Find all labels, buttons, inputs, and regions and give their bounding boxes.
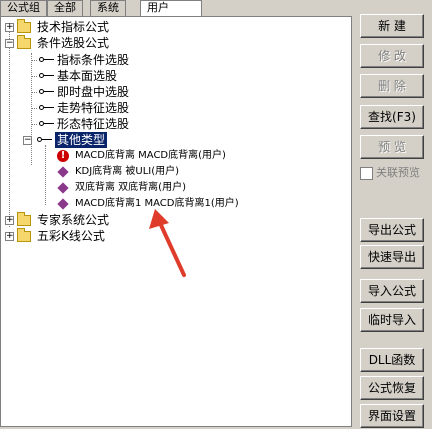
tab-user[interactable]: 用户 bbox=[140, 0, 202, 16]
dll-functions-button[interactable]: DLL函数 bbox=[360, 348, 424, 372]
find-button[interactable]: 查找(F3) bbox=[360, 105, 424, 129]
import-button[interactable]: 导入公式 bbox=[360, 279, 424, 303]
annotation-arrow-icon bbox=[149, 209, 186, 277]
checkbox-icon[interactable] bbox=[360, 166, 373, 180]
temp-import-button[interactable]: 临时导入 bbox=[360, 308, 424, 332]
tab-all[interactable]: 全部 bbox=[47, 0, 83, 16]
preview-button[interactable]: 预 览 bbox=[360, 135, 424, 159]
link-preview-checkbox[interactable]: 关联预览 bbox=[360, 165, 420, 181]
ui-settings-button[interactable]: 界面设置 bbox=[360, 404, 424, 428]
restore-button[interactable]: 公式恢复 bbox=[360, 376, 424, 400]
tab-system[interactable]: 系统 bbox=[90, 0, 126, 16]
tab-bar: 公式组 全部 系统 用户 bbox=[0, 0, 350, 16]
new-button[interactable]: 新 建 bbox=[360, 14, 424, 38]
delete-button[interactable]: 删 除 bbox=[360, 74, 424, 98]
formula-tree[interactable]: + 技术指标公式 − 条件选股公式 指标条件选股 基本面选股 即时盘中选股 走势… bbox=[0, 16, 352, 427]
modify-button[interactable]: 修 改 bbox=[360, 44, 424, 68]
export-button[interactable]: 导出公式 bbox=[360, 218, 424, 242]
quick-export-button[interactable]: 快速导出 bbox=[360, 245, 424, 269]
tab-formula-group[interactable]: 公式组 bbox=[0, 0, 47, 16]
